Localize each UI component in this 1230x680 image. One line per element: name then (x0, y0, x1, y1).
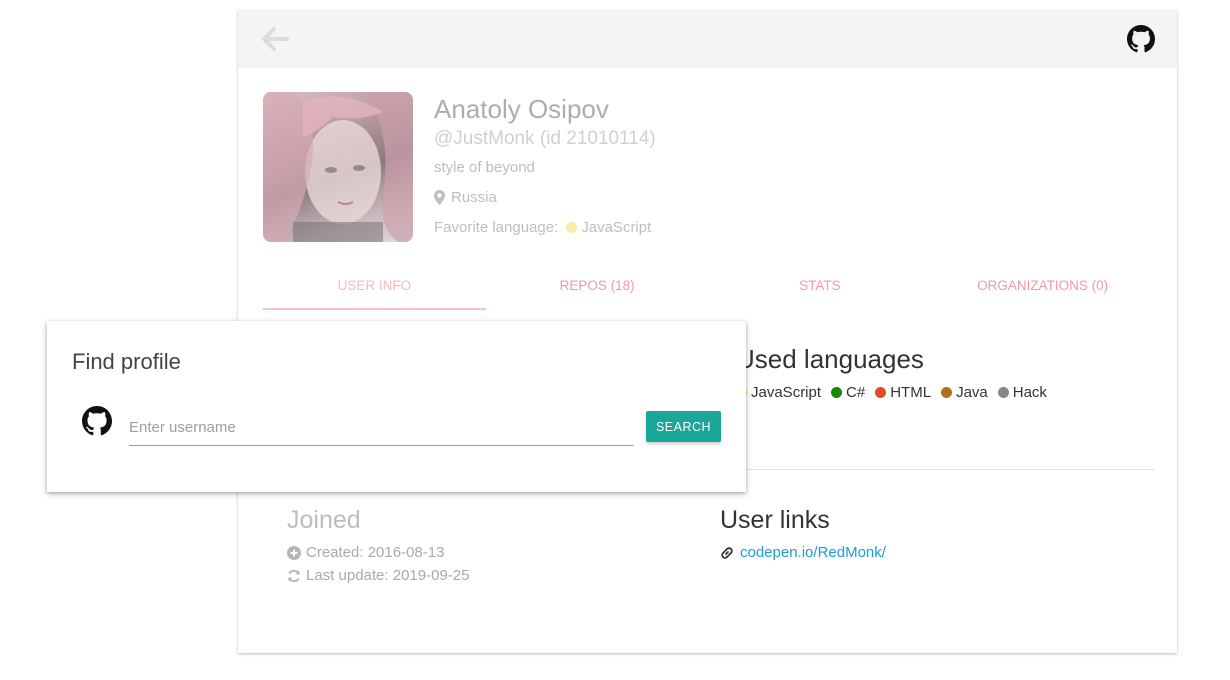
avatar-image (263, 92, 413, 242)
map-pin-icon (434, 190, 445, 205)
language-item: C# (831, 384, 865, 401)
user-links-title: User links (720, 506, 830, 534)
favorite-language-value: JavaScript (581, 219, 652, 236)
profile-name: Anatoly Osipov (434, 94, 609, 124)
profile-login: @JustMonk (id 21010114) (434, 128, 656, 149)
profile-tabs: USER INFO REPOS (18) STATS ORGANIZATIONS… (263, 272, 1154, 310)
back-button[interactable] (260, 26, 290, 52)
favorite-language-label: Favorite language: (434, 219, 559, 236)
language-item: Hack (997, 384, 1047, 401)
language-name: C# (846, 384, 866, 401)
plus-circle-icon (287, 545, 301, 560)
tab-stats[interactable]: STATS (709, 272, 932, 310)
section-divider (720, 469, 1154, 470)
language-color-dot (997, 387, 1009, 398)
language-name: JavaScript (751, 384, 822, 401)
language-name: Java (956, 384, 988, 401)
search-button[interactable]: SEARCH (646, 411, 721, 442)
language-name: Hack (1012, 384, 1047, 401)
location-text: Russia (451, 189, 497, 206)
language-color-dot (566, 222, 578, 233)
github-icon (82, 406, 112, 436)
sync-icon (288, 569, 300, 582)
tab-repos[interactable]: REPOS (18) (486, 272, 709, 310)
profile-location: Russia (434, 189, 497, 206)
github-link-button[interactable] (1127, 25, 1155, 53)
arrow-left-icon (262, 27, 289, 51)
updated-text: Last update: 2019-09-25 (306, 567, 470, 584)
language-color-dot (941, 387, 953, 398)
last-update: Last update: 2019-09-25 (287, 567, 469, 584)
language-item: HTML (875, 384, 931, 401)
language-color-dot (831, 387, 843, 398)
favorite-language: Favorite language: JavaScript (434, 219, 651, 236)
tab-organizations[interactable]: ORGANIZATIONS (0) (931, 272, 1154, 310)
used-languages-title: Used languages (736, 344, 924, 374)
created-text: Created: 2016-08-13 (306, 544, 445, 561)
created-date: Created: 2016-08-13 (287, 544, 444, 561)
used-languages-list: JavaScript C# HTML Java Hack (736, 384, 1047, 401)
modal-github-logo (82, 406, 112, 436)
tab-user-info[interactable]: USER INFO (263, 272, 486, 310)
modal-title: Find profile (72, 349, 181, 374)
user-link-item: codepen.io/RedMonk/ (720, 544, 886, 561)
language-color-dot (875, 387, 887, 398)
joined-title: Joined (287, 506, 361, 534)
language-name: HTML (890, 384, 932, 401)
avatar (263, 92, 413, 242)
language-item: Java (941, 384, 988, 401)
username-input[interactable] (129, 409, 634, 446)
github-icon (1127, 25, 1155, 53)
top-bar (238, 10, 1177, 68)
language-item: JavaScript (736, 384, 821, 401)
link-icon (721, 546, 733, 559)
profile-bio: style of beyond (434, 159, 535, 176)
find-profile-modal: Find profile SEARCH (47, 321, 746, 492)
codepen-link[interactable]: codepen.io/RedMonk/ (740, 544, 886, 561)
